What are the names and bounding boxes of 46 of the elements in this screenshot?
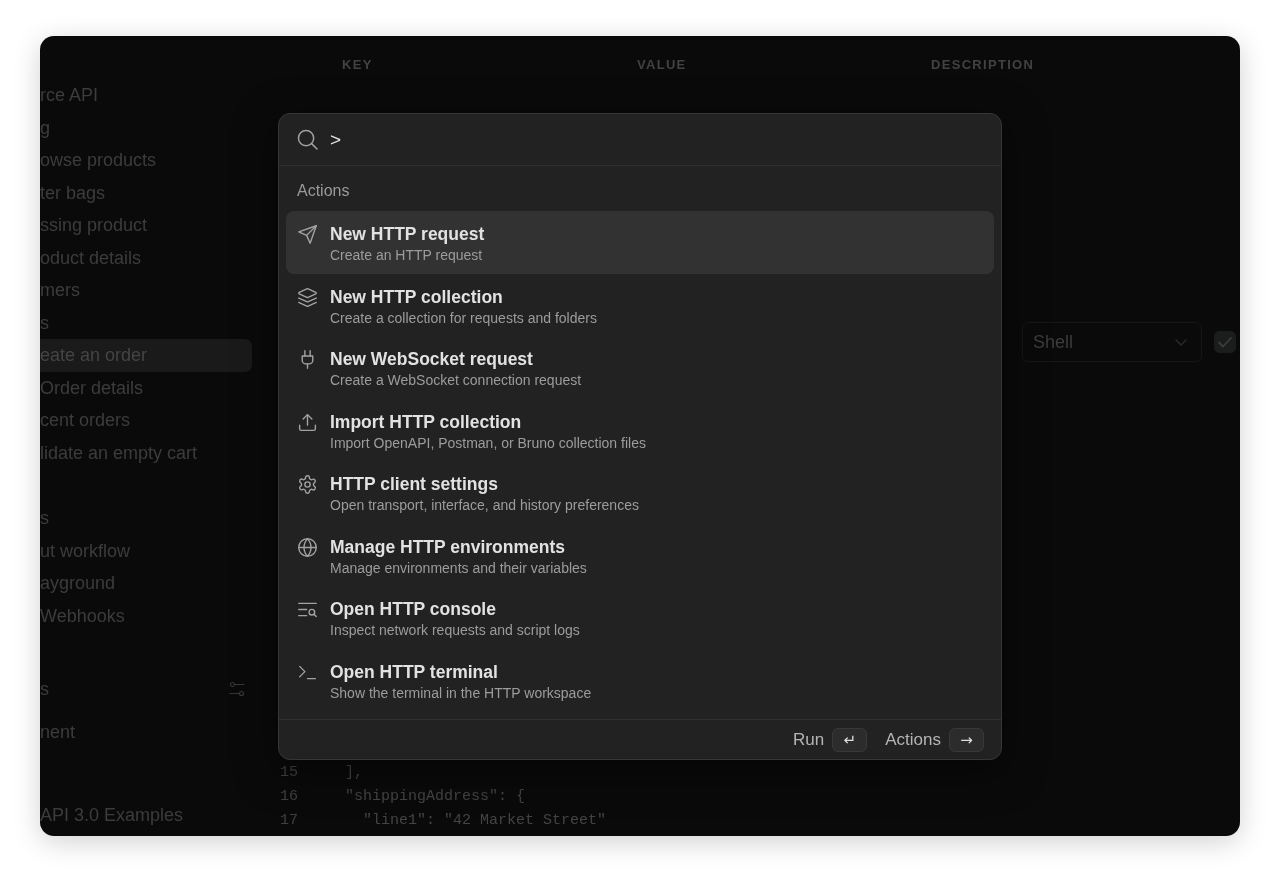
command-item[interactable]: Manage HTTP environments Manage environments and their variables — [286, 523, 994, 586]
shortcut-key: ↵ — [832, 727, 868, 752]
command-title: Manage HTTP environments — [330, 535, 565, 558]
command-description: Create an HTTP request — [330, 246, 483, 264]
command-description: Open transport, interface, and history preferences — [330, 496, 639, 514]
command-description: Manage environments and their variables — [330, 558, 587, 577]
command-item[interactable]: Open HTTP terminal Show the terminal in the HTTP workspace — [286, 648, 994, 711]
checkbox[interactable] — [1214, 331, 1236, 353]
chevron-down-icon — [1175, 338, 1187, 346]
search-field[interactable]: > — [330, 124, 983, 155]
command-title: Open HTTP terminal — [330, 660, 498, 683]
send-icon — [297, 224, 318, 245]
action-label: Run — [793, 729, 825, 750]
command-description: Inspect network requests and script logs — [330, 621, 580, 639]
command-item[interactable]: New HTTP collection Create a collection for requests and folders — [286, 273, 994, 336]
search-icon — [297, 129, 318, 150]
command-description: Create a WebSocket connection request — [330, 371, 582, 389]
command-item[interactable]: Import HTTP collection Import OpenAPI, Postman, or Bruno collection files — [286, 398, 994, 461]
column-header: KEY — [342, 56, 373, 72]
command-description: Create a collection for requests and folders — [330, 308, 597, 327]
code-line: ], — [344, 763, 363, 781]
command-title: HTTP client settings — [330, 473, 498, 495]
command-item[interactable]: Open HTTP console Inspect network requests and script logs — [286, 586, 994, 649]
upload-icon — [297, 411, 318, 433]
command-title: Open HTTP console — [330, 598, 496, 620]
column-header: VALUE — [637, 56, 687, 72]
globe-icon — [297, 536, 318, 558]
command-item[interactable]: HTTP client settings Open transport, interface, and history preferences — [286, 461, 994, 524]
command-title: New WebSocket request — [330, 348, 533, 370]
code-line: "line1": "42 Market Street" — [362, 811, 607, 829]
command-description: Show the terminal in the HTTP workspace — [330, 683, 592, 702]
check-icon — [1218, 336, 1232, 348]
gear-icon — [297, 474, 318, 495]
shortcut-key: → — [949, 727, 984, 752]
column-header: DESCRIPTION — [931, 56, 1035, 72]
command-description: Import OpenAPI, Postman, or Bruno collection files — [330, 433, 646, 452]
command-title: Import HTTP collection — [330, 410, 522, 433]
sliders-icon[interactable] — [229, 681, 245, 698]
command-title: New HTTP request — [330, 223, 485, 245]
section-heading: Actions — [297, 181, 350, 201]
command-title: New HTTP collection — [330, 285, 503, 308]
action-label: Actions — [885, 729, 941, 750]
code-line: "shippingAddress": { — [344, 787, 526, 805]
command-item[interactable]: New HTTP request Create an HTTP request — [286, 211, 994, 274]
layers-icon — [297, 286, 318, 308]
command-item[interactable]: New WebSocket request Create a WebSocket connection request — [286, 336, 994, 399]
